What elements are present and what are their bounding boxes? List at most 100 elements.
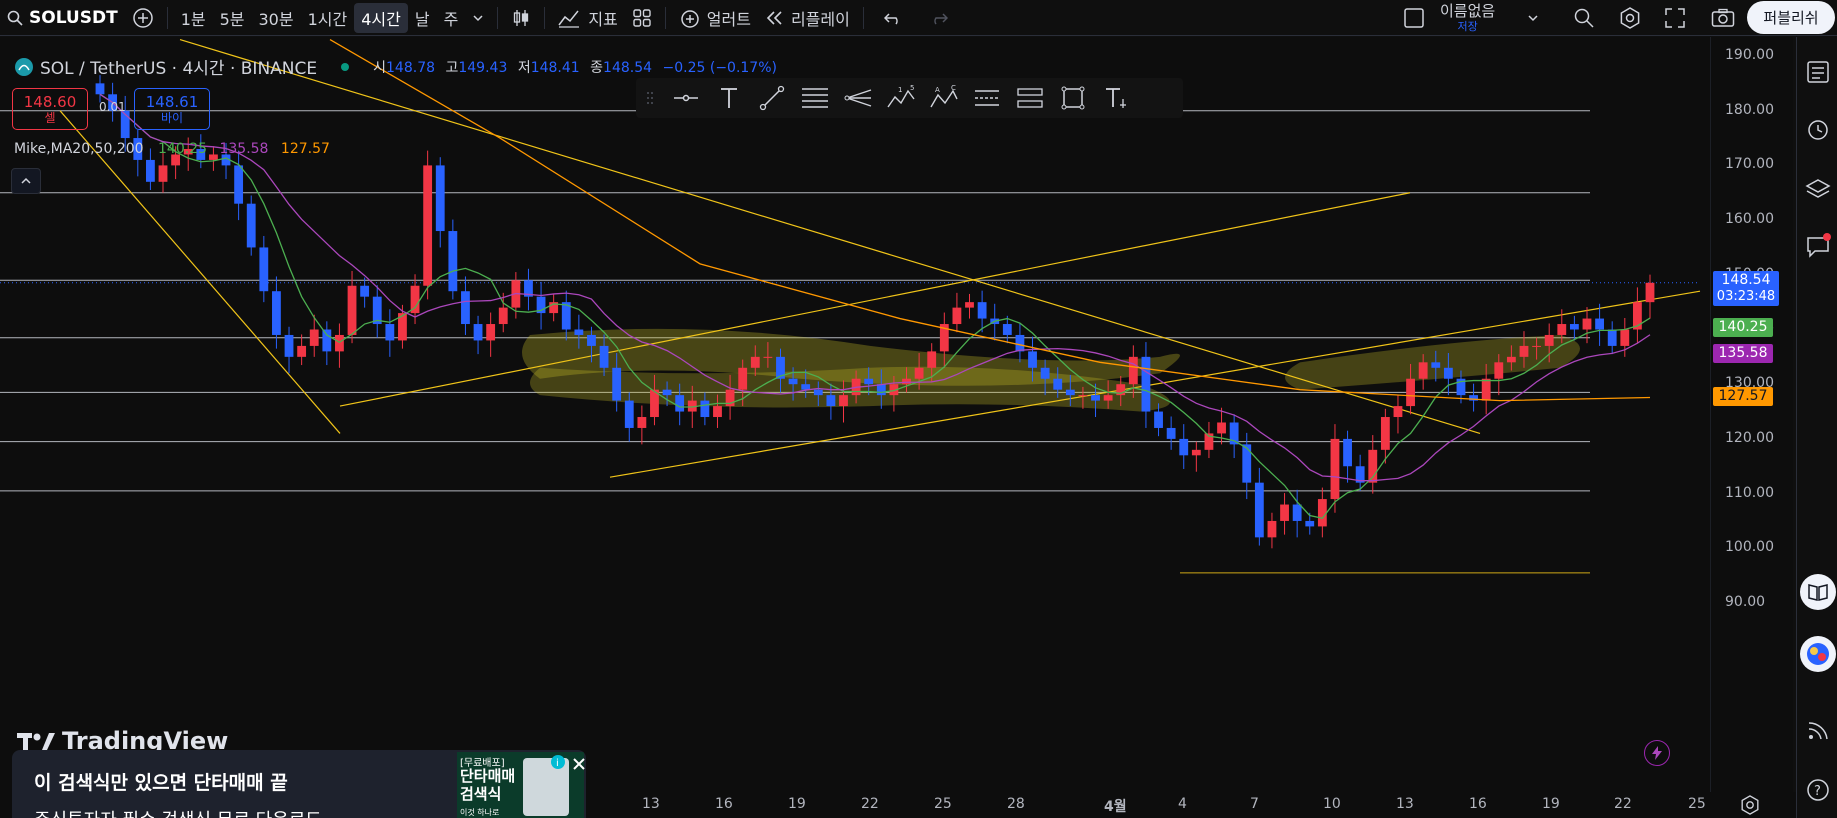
elliott-wave-tool[interactable]: 15 [879, 78, 922, 118]
axis-settings-icon[interactable] [1740, 795, 1760, 815]
rectangle-icon [1061, 86, 1084, 110]
candle-body [246, 203, 256, 248]
candle-body [1179, 438, 1189, 456]
candle-body [360, 285, 370, 297]
watchlist-icon[interactable] [1805, 59, 1831, 85]
redo-button[interactable] [916, 0, 962, 36]
interval-1d[interactable]: 날 [408, 0, 437, 36]
candle-body [1166, 427, 1176, 439]
ad-info-icon[interactable]: i [550, 754, 566, 770]
text-icon [720, 88, 737, 108]
candle-body [1217, 422, 1226, 434]
interval-1h[interactable]: 1시간 [301, 0, 355, 36]
low-label: 저 [517, 59, 531, 76]
price-tick: 120.00 [1725, 429, 1774, 446]
gear-icon [1620, 6, 1640, 29]
rectangle-tool[interactable] [1051, 78, 1094, 118]
candle-body [1292, 504, 1302, 521]
time-tick: 28 [1007, 796, 1025, 812]
trendline-tool[interactable] [750, 78, 793, 118]
alert-button[interactable]: 얼러트 [672, 0, 758, 36]
interval-dropdown[interactable] [465, 0, 491, 36]
price-tick: 90.00 [1725, 594, 1766, 610]
community-icon[interactable] [1799, 635, 1837, 673]
interval-30m[interactable]: 30분 [252, 0, 301, 36]
signal-icon[interactable] [1805, 717, 1831, 743]
candle-body [977, 302, 987, 319]
drawing-toolbar: 15 AC [636, 78, 1183, 118]
replay-label: 리플레이 [790, 9, 850, 29]
drag-dots-icon [647, 92, 653, 104]
layout-name-button[interactable]: 이름없음 저장 [1440, 0, 1495, 36]
candle-body [309, 329, 319, 346]
candle-body [574, 329, 584, 335]
regression-channel-icon [974, 90, 999, 106]
divider [664, 6, 666, 29]
text-tool[interactable] [707, 78, 750, 118]
candle-body [1305, 520, 1315, 527]
layout-dropdown[interactable] [1520, 0, 1546, 36]
forecast-tool[interactable] [1008, 78, 1051, 118]
layers-icon[interactable] [1805, 176, 1831, 202]
candle-body [738, 367, 748, 390]
layout-select-button[interactable] [1396, 0, 1432, 36]
ma20-value: 140.25 [158, 141, 208, 157]
compare-button[interactable] [125, 0, 161, 36]
anchored-text-icon [1105, 88, 1126, 108]
alerts-clock-icon[interactable] [1805, 116, 1831, 142]
chart-type-button[interactable] [504, 0, 538, 36]
help-icon[interactable]: ? [1805, 777, 1831, 803]
open-label: 시 [373, 59, 387, 76]
indicators-button[interactable]: 지표 [551, 0, 624, 36]
replay-button[interactable]: 리플레이 [758, 0, 857, 36]
undo-button[interactable] [870, 0, 916, 36]
interval-1m[interactable]: 1분 [174, 0, 213, 36]
legend-collapse-button[interactable] [11, 168, 41, 194]
divider [862, 6, 864, 29]
sell-button[interactable]: 148.60 셀 [12, 88, 88, 130]
drag-handle[interactable] [636, 78, 664, 118]
cursor-tool[interactable] [664, 78, 707, 118]
fib-tool[interactable] [793, 78, 836, 118]
interval-5m[interactable]: 5분 [213, 0, 252, 36]
chat-icon[interactable] [1805, 233, 1831, 259]
settings-button[interactable] [1612, 0, 1648, 36]
layout-name: 이름없음 [1440, 2, 1496, 20]
snapshot-button[interactable] [1704, 0, 1742, 36]
fullscreen-button[interactable] [1658, 0, 1692, 36]
interval-1w[interactable]: 주 [437, 0, 466, 36]
interval-4h[interactable]: 4시간 [354, 2, 408, 33]
quick-search-button[interactable] [1566, 0, 1602, 36]
symbol-search[interactable]: SOLUSDT [0, 0, 125, 36]
candle-body [1343, 438, 1352, 467]
svg-text:5: 5 [910, 85, 914, 92]
buy-button[interactable]: 148.61 바이 [134, 88, 210, 130]
ad-banner[interactable]: 이 검색식만 있으면 단타매매 끝 주식투자자 필수 검색식 무료 다운로드 [… [12, 750, 586, 818]
book-icon[interactable] [1799, 573, 1837, 611]
lightning-button[interactable] [1644, 740, 1670, 766]
time-tick: 13 [642, 796, 660, 812]
price-axis[interactable]: 190.00180.00170.00160.00150.00140.00130.… [1710, 37, 1793, 792]
fullscreen-icon [1665, 7, 1685, 28]
candle-body [700, 400, 710, 418]
ma-indicator-legend[interactable]: Mike,MA20,50,200 140.25 135.58 127.57 [14, 141, 330, 157]
candle-body [864, 378, 874, 385]
tradingview-mark-icon [17, 733, 55, 750]
regression-tool[interactable] [965, 78, 1008, 118]
candle-body [1620, 329, 1630, 346]
candle-body [1519, 345, 1529, 357]
candle-body [435, 165, 445, 232]
candle-body [423, 165, 433, 286]
series-title[interactable]: SOL / TetherUS · 4시간 · BINANCE [40, 54, 317, 79]
pitchfork-tool[interactable] [836, 78, 879, 118]
templates-button[interactable] [625, 0, 659, 36]
abcd-pattern-tool[interactable]: AC [922, 78, 965, 118]
time-tick: 19 [1542, 796, 1560, 812]
anchored-text-tool[interactable] [1094, 78, 1137, 118]
search-icon [7, 10, 23, 26]
candle-body [788, 378, 798, 385]
indicators-label: 지표 [588, 9, 618, 29]
publish-button[interactable]: 퍼블리쉬 [1747, 1, 1835, 34]
rewind-icon [766, 10, 782, 25]
ad-close-button[interactable] [572, 752, 586, 776]
